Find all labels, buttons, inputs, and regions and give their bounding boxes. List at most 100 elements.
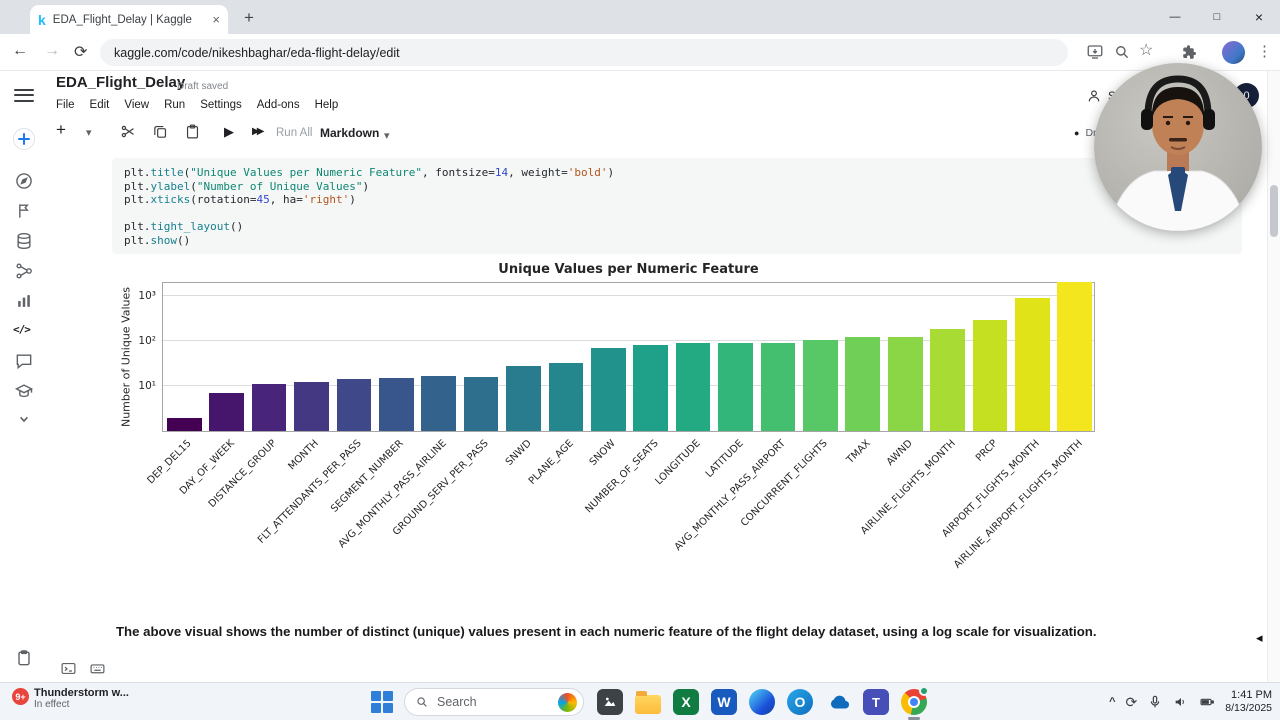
menu-run[interactable]: Run (164, 99, 185, 111)
menu-settings[interactable]: Settings (200, 99, 242, 111)
code-line: plt.title("Unique Values per Numeric Fea… (124, 166, 615, 179)
bookmark-star-icon[interactable]: ☆ (1139, 40, 1157, 59)
new-tab-button[interactable]: + (238, 8, 260, 28)
draft-status: Draft saved (177, 81, 229, 92)
cell-type-dropdown[interactable]: Markdown (320, 126, 379, 140)
clock-time: 1:41 PM (1231, 688, 1272, 701)
page-scrollbar[interactable] (1267, 71, 1280, 682)
clipboard-icon[interactable] (14, 648, 34, 668)
run-all-fastforward-icon[interactable]: ▶▶ (252, 126, 265, 137)
url-text: kaggle.com/code/nikeshbaghar/eda-flight-… (114, 45, 400, 60)
datasets-database-icon[interactable] (14, 231, 34, 251)
presenter-portrait (1094, 63, 1262, 231)
install-app-icon[interactable] (1086, 43, 1104, 61)
chart-bar (718, 343, 753, 431)
microphone-icon[interactable] (1147, 694, 1163, 710)
speaker-icon[interactable] (1173, 694, 1189, 710)
collapse-panel-arrow[interactable]: ◂ (1256, 630, 1263, 646)
scrollbar-thumb[interactable] (1270, 185, 1278, 237)
chart-y-axis-label: Number of Unique Values (119, 286, 133, 428)
competitions-flag-icon[interactable] (14, 201, 34, 221)
notebook-title: EDA_Flight_Delay (56, 74, 186, 91)
taskbar-apps: X W O T (594, 686, 930, 720)
chart-bar (633, 345, 669, 431)
start-button[interactable] (371, 691, 393, 713)
learn-graduation-icon[interactable] (14, 381, 34, 401)
code-editor[interactable]: plt.title("Unique Values per Numeric Fea… (124, 166, 1230, 248)
photos-app-icon[interactable] (594, 686, 626, 718)
code-cell[interactable]: plt.title("Unique Values per Numeric Fea… (112, 158, 1242, 254)
console-icon[interactable] (60, 660, 77, 677)
extensions-puzzle-icon[interactable] (1181, 43, 1199, 61)
create-plus-icon[interactable] (12, 127, 36, 151)
reload-icon[interactable]: ⟳ (74, 42, 87, 62)
forward-icon[interactable]: → (44, 42, 60, 60)
window-maximize-button[interactable]: □ (1196, 0, 1238, 34)
models-network-icon[interactable] (14, 261, 34, 281)
add-cell-button[interactable]: + (56, 120, 66, 140)
discussions-chat-icon[interactable] (14, 351, 34, 371)
window-close-button[interactable]: × (1238, 0, 1280, 34)
menu-file[interactable]: File (56, 99, 75, 111)
update-sync-icon[interactable]: ⟳ (1126, 694, 1138, 711)
battery-icon[interactable] (1199, 694, 1215, 710)
excel-icon[interactable]: X (670, 686, 702, 718)
add-cell-caret-icon[interactable]: ▾ (86, 126, 92, 139)
chart-x-tick-label: SEGMENT_NUMBER (329, 438, 407, 515)
file-explorer-icon[interactable] (632, 686, 664, 718)
run-all-label[interactable]: Run All (276, 127, 312, 139)
run-cell-play-icon[interactable]: ▶ (224, 124, 234, 140)
copy-icon[interactable] (152, 123, 169, 140)
chrome-icon[interactable] (898, 686, 930, 720)
address-bar[interactable]: kaggle.com/code/nikeshbaghar/eda-flight-… (100, 39, 1068, 66)
chart-bar (675, 342, 711, 431)
browser-menu-kebab-icon[interactable]: ⋮ (1257, 42, 1272, 60)
session-dot-icon: ● (1074, 128, 1080, 138)
chart-bar (887, 337, 923, 431)
chart-bar (930, 328, 965, 431)
browser-tab[interactable]: k EDA_Flight_Delay | Kaggle × (30, 5, 228, 34)
menu-addons[interactable]: Add-ons (257, 99, 300, 111)
profile-avatar[interactable] (1222, 41, 1245, 64)
edge-icon[interactable] (746, 686, 778, 718)
hamburger-menu-icon[interactable] (14, 85, 34, 105)
chrome-notification-dot (919, 686, 929, 696)
hidden-icons-chevron[interactable]: ^ (1109, 696, 1115, 708)
onedrive-icon[interactable] (822, 686, 854, 718)
chart-x-tick-label: AVG_MONTHLY_PASS_AIRLINE (336, 438, 449, 551)
paste-clipboard-icon[interactable] (184, 123, 201, 140)
markdown-note[interactable]: The above visual shows the number of dis… (116, 624, 1196, 639)
weather-widget[interactable]: 9+ Thunderstorm w... In effect (12, 687, 129, 710)
code-line: plt.ylabel("Number of Unique Values") (124, 179, 370, 193)
taskbar-search[interactable]: Search (404, 688, 584, 716)
chart-x-tick-label: AIRLINE_FLIGHTS_MONTH (858, 438, 958, 537)
back-icon[interactable]: ← (12, 42, 28, 60)
chart-bar (972, 319, 1008, 431)
chart-x-tick-label: DISTANCE_GROUP (206, 438, 279, 511)
zoom-icon[interactable] (1113, 43, 1131, 61)
notebook-footer (60, 660, 106, 677)
chart-bar (209, 393, 244, 431)
webcam-overlay (1094, 63, 1262, 231)
cut-scissors-icon[interactable] (120, 123, 137, 140)
menu-view[interactable]: View (124, 99, 149, 111)
outlook-icon[interactable]: O (784, 686, 816, 718)
chart-bar (506, 365, 541, 431)
chart-x-tick-label: SNOW (587, 438, 619, 469)
more-chevron-down-icon[interactable] (14, 409, 34, 429)
window-minimize-button[interactable]: — (1154, 0, 1196, 34)
code-icon[interactable]: </> (13, 323, 33, 343)
word-icon[interactable]: W (708, 686, 740, 718)
tab-close-icon[interactable]: × (212, 12, 220, 27)
menu-help[interactable]: Help (315, 99, 339, 111)
explore-compass-icon[interactable] (14, 171, 34, 191)
chart-gridline (163, 295, 1094, 296)
teams-icon[interactable]: T (860, 686, 892, 718)
menu-edit[interactable]: Edit (90, 99, 110, 111)
taskbar-clock[interactable]: 1:41 PM 8/13/2025 (1225, 689, 1272, 716)
keyboard-icon[interactable] (89, 660, 106, 677)
chart-bar (1057, 281, 1093, 431)
chart-bar (760, 342, 796, 431)
benchmarks-chart-icon[interactable] (14, 291, 34, 311)
cell-type-caret-icon[interactable]: ▾ (384, 129, 390, 142)
